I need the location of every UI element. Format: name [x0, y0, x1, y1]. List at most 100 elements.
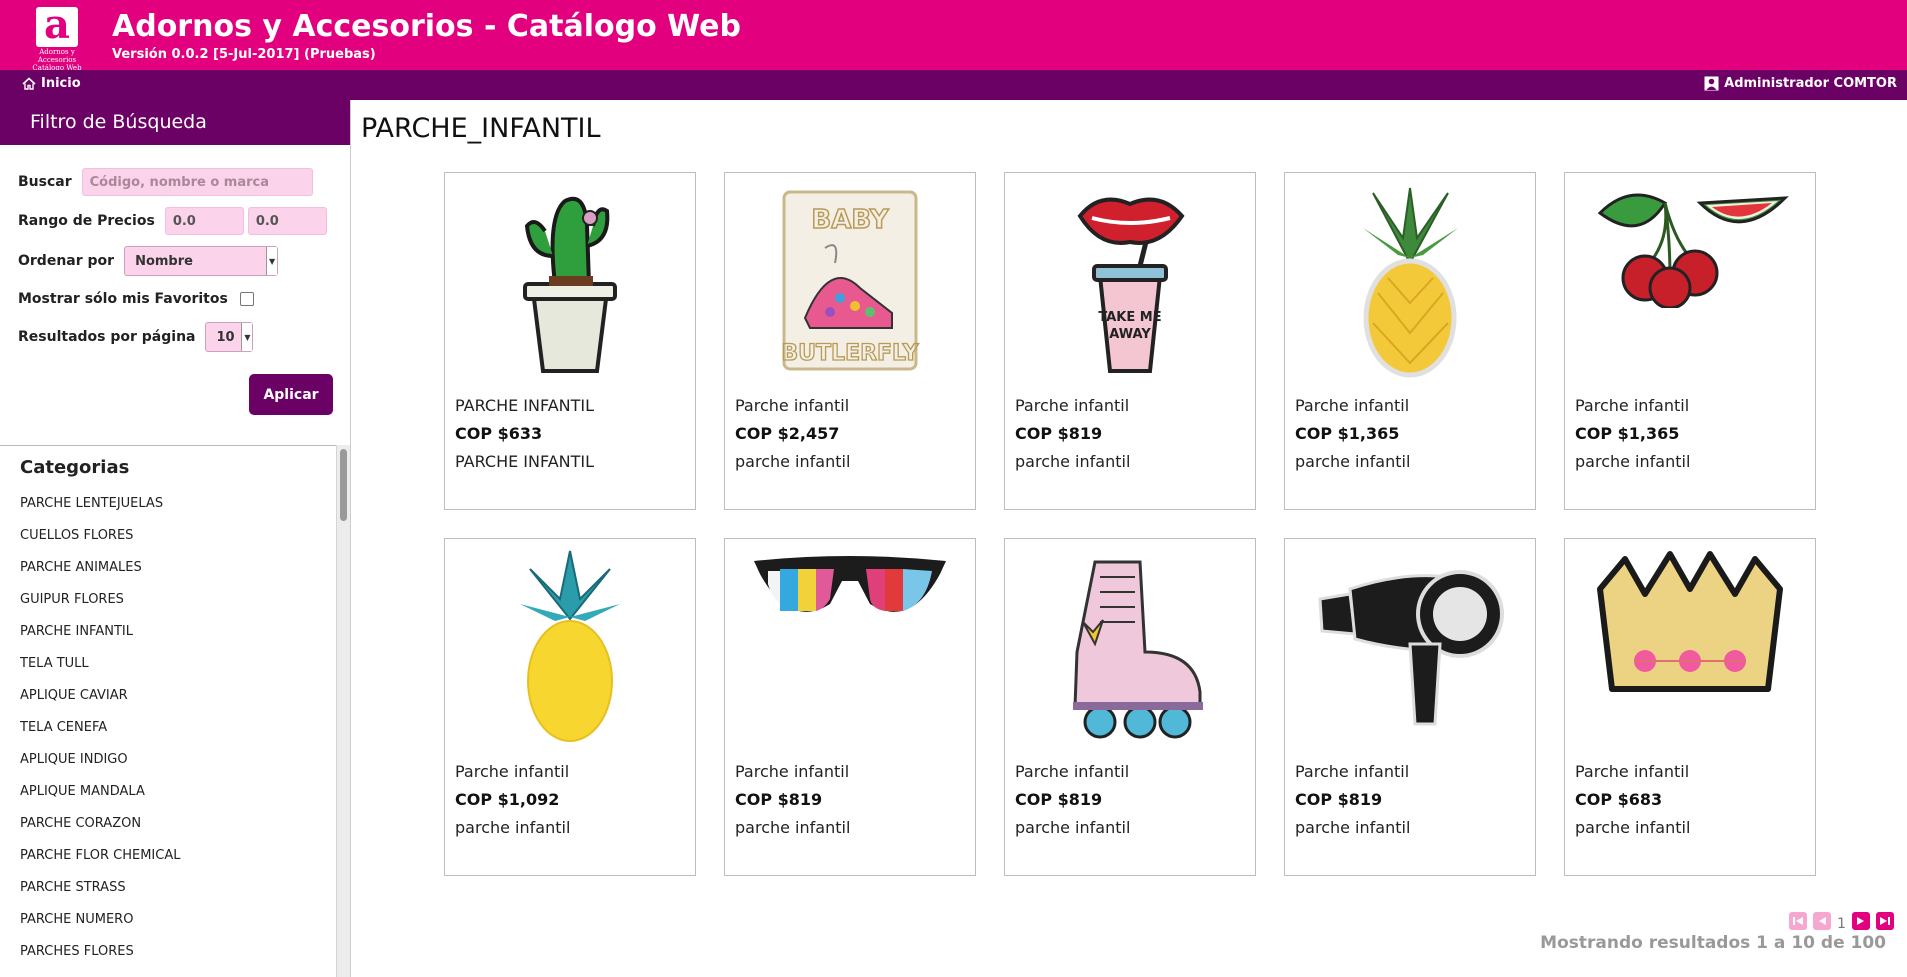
cherry-watermelon-patch-image[interactable] [1575, 183, 1805, 378]
user-menu[interactable]: Administrador COMTOR [1704, 76, 1897, 91]
cactus-patch-image[interactable] [455, 183, 685, 378]
category-item[interactable]: APLIQUE INDIGO [20, 750, 330, 782]
product-description: parche infantil [1575, 818, 1691, 837]
first-page-icon[interactable] [1789, 912, 1807, 930]
product-name: Parche infantil [1575, 396, 1690, 415]
category-item[interactable]: TELA CENEFA [20, 718, 330, 750]
order-select[interactable]: Nombre ▼ [124, 246, 279, 276]
product-price: COP $819 [1015, 790, 1103, 809]
home-link[interactable]: Inicio [22, 76, 81, 91]
product-price: COP $1,365 [1575, 424, 1680, 443]
favorites-row: Mostrar sólo mis Favoritos [18, 291, 254, 307]
product-name: Parche infantil [735, 396, 850, 415]
product-card[interactable]: Parche infantil COP $819 parche infantil [1004, 538, 1256, 876]
pineapple-patch-image[interactable] [1295, 183, 1525, 378]
search-label: Buscar [18, 174, 72, 190]
search-input[interactable]: Código, nombre o marca [81, 168, 313, 196]
apply-button[interactable]: Aplicar [249, 374, 333, 415]
product-description: parche infantil [735, 818, 851, 837]
app-title: Adornos y Accesorios - Catálogo Web [112, 9, 741, 44]
roller-skate-patch-image[interactable] [1015, 549, 1245, 744]
product-name: Parche infantil [455, 762, 570, 781]
price-range-label: Rango de Precios [18, 213, 155, 229]
order-row: Ordenar por Nombre ▼ [18, 246, 279, 276]
category-item[interactable]: PARCHE CORAZON [20, 814, 330, 846]
user-icon [1704, 76, 1719, 91]
product-description: PARCHE INFANTIL [455, 452, 595, 471]
current-page-number[interactable]: 1 [1837, 916, 1846, 932]
category-item[interactable]: PARCHE NUMERO [20, 910, 330, 942]
categories-title: Categorias [20, 457, 130, 478]
product-price: COP $819 [1015, 424, 1103, 443]
product-card[interactable]: Parche infantil COP $819 parche infantil [724, 538, 976, 876]
yellow-pineapple-patch-image[interactable] [455, 549, 685, 744]
scrollbar-thumb[interactable] [340, 449, 347, 521]
category-item[interactable]: PARCHES FLORES [20, 942, 330, 974]
page-title: PARCHE_INFANTIL [361, 113, 601, 144]
product-description: parche infantil [1295, 452, 1411, 471]
category-item[interactable]: GUIPUR FLORES [20, 590, 330, 622]
product-card[interactable]: Parche infantil COP $1,365 parche infant… [1564, 172, 1816, 510]
product-name: Parche infantil [1015, 762, 1130, 781]
product-price: COP $2,457 [735, 424, 840, 443]
product-card[interactable]: PARCHE INFANTIL COP $633 PARCHE INFANTIL [444, 172, 696, 510]
product-card[interactable]: BABY BUTLERFLY Parche infantil COP $2,45… [724, 172, 976, 510]
prev-page-icon[interactable] [1813, 912, 1831, 930]
category-item[interactable]: TELA TULL [20, 654, 330, 686]
price-range-row: Rango de Precios 0.0 0.0 [18, 207, 327, 235]
chevron-down-icon[interactable]: ▼ [241, 323, 253, 351]
product-description: parche infantil [455, 818, 571, 837]
favorites-checkbox[interactable] [239, 292, 254, 306]
svg-text:BUTLERFLY: BUTLERFLY [781, 341, 919, 366]
category-list: PARCHE LENTEJUELAS CUELLOS FLORES PARCHE… [20, 494, 330, 974]
product-price: COP $1,365 [1295, 424, 1400, 443]
product-name: Parche infantil [1295, 396, 1410, 415]
per-page-select[interactable]: 10 ▼ [205, 322, 254, 352]
product-card[interactable]: TAKE ME AWAY Parche infantil COP $819 pa… [1004, 172, 1256, 510]
sidebar: Filtro de Búsqueda Buscar Código, nombre… [0, 100, 351, 977]
home-label: Inicio [41, 76, 81, 91]
svg-text:AWAY: AWAY [1109, 327, 1151, 342]
nav-bar: Inicio Administrador COMTOR [0, 70, 1907, 100]
app-version: Versión 0.0.2 [5-Jul-2017] (Pruebas) [112, 47, 376, 62]
baby-butterfly-patch-image[interactable]: BABY BUTLERFLY [735, 183, 965, 378]
product-card[interactable]: Parche infantil COP $1,365 parche infant… [1284, 172, 1536, 510]
product-description: parche infantil [735, 452, 851, 471]
product-description: parche infantil [1295, 818, 1411, 837]
hair-dryer-patch-image[interactable] [1295, 549, 1525, 744]
user-label: Administrador COMTOR [1724, 76, 1897, 91]
product-price: COP $819 [735, 790, 823, 809]
product-card[interactable]: Parche infantil COP $1,092 parche infant… [444, 538, 696, 876]
category-item[interactable]: PARCHE ANIMALES [20, 558, 330, 590]
price-max-input[interactable]: 0.0 [247, 207, 327, 235]
search-row: Buscar Código, nombre o marca [18, 168, 313, 196]
product-price: COP $683 [1575, 790, 1663, 809]
favorites-label: Mostrar sólo mis Favoritos [18, 291, 228, 307]
order-value: Nombre [135, 253, 193, 269]
product-price: COP $819 [1295, 790, 1383, 809]
category-item[interactable]: APLIQUE CAVIAR [20, 686, 330, 718]
logo-letter: a [44, 1, 70, 48]
last-page-icon[interactable] [1875, 912, 1894, 930]
product-card[interactable]: Parche infantil COP $683 parche infantil [1564, 538, 1816, 876]
sunglasses-patch-image[interactable] [735, 549, 965, 744]
chevron-down-icon[interactable]: ▼ [266, 247, 278, 275]
sidebar-divider [0, 445, 350, 446]
lips-cup-patch-image[interactable]: TAKE ME AWAY [1015, 183, 1245, 378]
per-page-value: 10 [216, 329, 235, 345]
price-min-input[interactable]: 0.0 [164, 207, 244, 235]
app-header: a Adornos y Accesorios Catálogo Web Ador… [0, 0, 1907, 72]
category-item[interactable]: PARCHE FLOR CHEMICAL [20, 846, 330, 878]
product-description: parche infantil [1575, 452, 1691, 471]
category-scrollbar[interactable] [336, 445, 350, 977]
next-page-icon[interactable] [1851, 912, 1870, 930]
category-item[interactable]: CUELLOS FLORES [20, 526, 330, 558]
crown-patch-image[interactable] [1575, 549, 1805, 744]
svg-text:TAKE ME: TAKE ME [1098, 310, 1161, 325]
category-item[interactable]: PARCHE LENTEJUELAS [20, 494, 330, 526]
category-item[interactable]: APLIQUE MANDALA [20, 782, 330, 814]
product-card[interactable]: Parche infantil COP $819 parche infantil [1284, 538, 1536, 876]
brand-logo[interactable]: a Adornos y Accesorios Catálogo Web [23, 1, 91, 72]
category-item[interactable]: PARCHE INFANTIL [20, 622, 330, 654]
category-item[interactable]: PARCHE STRASS [20, 878, 330, 910]
